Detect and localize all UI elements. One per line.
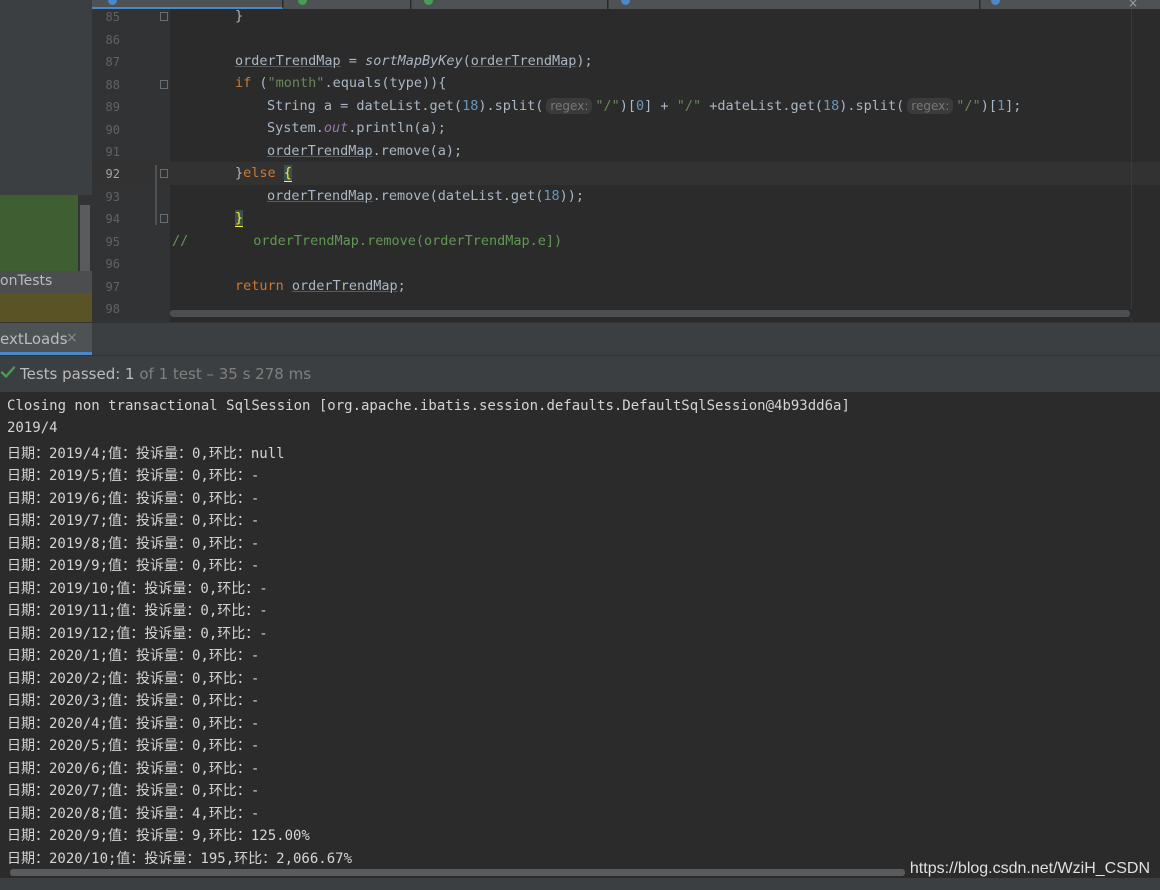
console-line: 日期：2019/6;值：投诉量：0,环比：- xyxy=(7,491,260,507)
console-line: 日期：2020/3;值：投诉量：0,环比：- xyxy=(7,693,260,709)
code-line[interactable]: }else { xyxy=(235,165,292,182)
console-output[interactable]: Closing non transactional SqlSession [or… xyxy=(0,392,1160,870)
console-line: 日期：2019/11;值：投诉量：0,环比：- xyxy=(7,603,268,619)
line-number: 90 xyxy=(105,123,120,137)
project-panel: onTests xyxy=(0,9,92,322)
status-passed-count: 1 xyxy=(125,365,135,383)
console-line: Closing non transactional SqlSession [or… xyxy=(7,398,850,414)
code-line[interactable]: System.out.println(a); xyxy=(267,120,446,136)
bottom-status-bar xyxy=(0,878,1160,890)
code-line[interactable]: orderTrendMap.remove(dateList.get(18)); xyxy=(267,188,584,204)
line-number: 95 xyxy=(105,235,120,249)
project-scrollbar[interactable] xyxy=(80,205,90,277)
console-line: 日期：2020/9;值：投诉量：9,环比：125.00% xyxy=(7,828,310,844)
code-line[interactable]: // orderTrendMap.remove(orderTrendMap.e]… xyxy=(172,233,562,249)
code-line[interactable]: orderTrendMap.remove(a); xyxy=(267,143,462,159)
test-status-bar: Tests passed: 1 of 1 test – 35 s 278 ms xyxy=(0,355,1160,393)
watermark: https://blog.csdn.net/WziH_CSDN xyxy=(909,860,1150,877)
console-line: 日期：2019/10;值：投诉量：0,环比：- xyxy=(7,581,268,597)
editor-tab-strip: × xyxy=(0,0,1160,10)
run-tool-window-header: extLoads × xyxy=(0,322,1160,355)
console-line: 日期：2020/10;值：投诉量：195,环比：2,066.67% xyxy=(7,851,353,867)
right-margin-guide xyxy=(1131,9,1132,322)
code-line[interactable]: } xyxy=(235,8,243,24)
line-number: 89 xyxy=(105,100,120,114)
run-tab-label: extLoads xyxy=(0,330,68,348)
console-line: 日期：2019/12;值：投诉量：0,环比：- xyxy=(7,626,268,642)
class-icon xyxy=(298,0,307,5)
line-number: 98 xyxy=(105,302,120,316)
code-line[interactable]: if ("month".equals(type)){ xyxy=(235,75,446,91)
line-number: 93 xyxy=(105,190,120,204)
console-line: 日期：2020/6;值：投诉量：0,环比：- xyxy=(7,761,260,777)
class-icon xyxy=(424,0,433,5)
line-number: 91 xyxy=(105,145,120,159)
editor-tab-4[interactable] xyxy=(609,0,980,9)
line-number: 94 xyxy=(105,212,120,226)
check-icon xyxy=(0,366,16,378)
fold-marker-icon[interactable] xyxy=(160,169,168,178)
scrollbar-thumb[interactable] xyxy=(170,310,1130,317)
class-icon xyxy=(991,0,1000,5)
scrollbar-thumb[interactable] xyxy=(10,869,905,876)
close-icon[interactable]: × xyxy=(66,330,78,346)
line-number-current: 92 xyxy=(105,167,120,181)
project-tree-item-selected[interactable]: onTests xyxy=(0,271,92,293)
change-marker xyxy=(155,165,157,225)
code-line[interactable]: String a = dateList.get(18).split(regex:… xyxy=(267,98,1021,114)
param-hint: regex: xyxy=(546,98,593,114)
param-hint: regex: xyxy=(907,98,954,114)
status-detail: of 1 test – 35 s 278 ms xyxy=(134,365,312,383)
console-line: 日期：2019/9;值：投诉量：0,环比：- xyxy=(7,558,260,574)
line-number: 97 xyxy=(105,280,120,294)
console-line: 日期：2020/7;值：投诉量：0,环比：- xyxy=(7,783,260,799)
status-prefix: Tests passed: xyxy=(20,365,126,383)
editor-tab-3[interactable] xyxy=(412,0,608,9)
class-icon xyxy=(108,0,117,5)
code-line[interactable]: return orderTrendMap; xyxy=(235,278,406,294)
editor-horizontal-scrollbar[interactable] xyxy=(170,309,1160,318)
line-number: 87 xyxy=(105,55,120,69)
console-line: 日期：2020/1;值：投诉量：0,环比：- xyxy=(7,648,260,664)
console-line: 日期：2019/5;值：投诉量：0,环比：- xyxy=(7,468,260,484)
editor-tab-5[interactable]: × xyxy=(981,0,1160,10)
console-line: 2019/4 xyxy=(7,420,58,436)
console-line: 日期：2020/8;值：投诉量：4,环比：- xyxy=(7,806,260,822)
close-icon[interactable]: × xyxy=(1128,0,1138,10)
console-line: 日期：2019/8;值：投诉量：0,环比：- xyxy=(7,536,260,552)
line-number: 86 xyxy=(105,33,120,47)
line-number: 88 xyxy=(105,78,120,92)
run-tab[interactable]: extLoads × xyxy=(0,323,92,355)
fold-marker-icon[interactable] xyxy=(160,214,168,223)
class-icon xyxy=(621,0,630,5)
line-number: 85 xyxy=(105,10,120,24)
project-tree-item-label: onTests xyxy=(0,273,53,289)
console-line: 日期：2019/7;值：投诉量：0,环比：- xyxy=(7,513,260,529)
code-line[interactable]: } xyxy=(235,210,244,227)
test-status-text: Tests passed: 1 of 1 test – 35 s 278 ms xyxy=(20,365,311,383)
line-number: 96 xyxy=(105,257,120,271)
code-line[interactable]: orderTrendMap = sortMapByKey(orderTrendM… xyxy=(235,53,593,69)
project-tree-area-lower xyxy=(0,293,92,322)
console-line: 日期：2020/4;值：投诉量：0,环比：- xyxy=(7,716,260,732)
fold-marker-icon[interactable] xyxy=(160,80,168,89)
editor-tab-1[interactable] xyxy=(92,0,283,9)
console-line: 日期：2019/4;值：投诉量：0,环比：null xyxy=(7,446,285,462)
console-line: 日期：2020/5;值：投诉量：0,环比：- xyxy=(7,738,260,754)
console-line: 日期：2020/2;值：投诉量：0,环比：- xyxy=(7,671,260,687)
fold-marker-icon[interactable] xyxy=(160,12,168,21)
project-tree-area xyxy=(0,195,78,277)
editor-tab-2[interactable] xyxy=(284,0,411,9)
